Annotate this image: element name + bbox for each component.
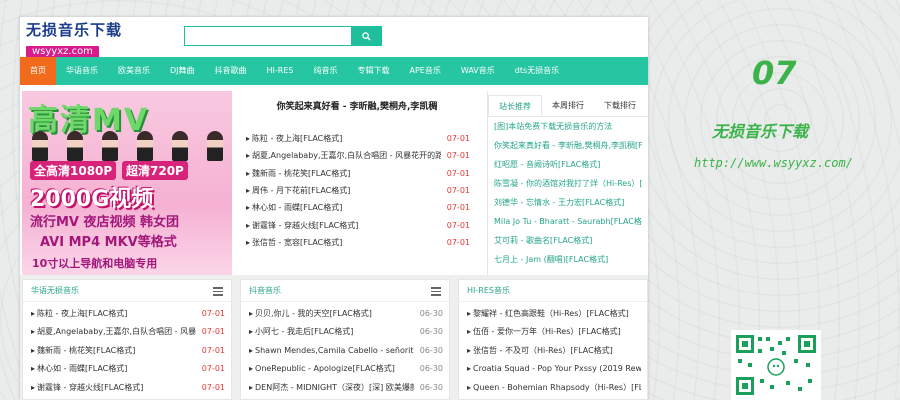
list-item[interactable]: 艾可莉 - 歌曲名[FLAC格式] (488, 231, 648, 250)
list-item[interactable]: ▸ DEN阿杰 - MIDNIGHT（深夜）[深] 欧美爆款 06-30 (241, 378, 449, 397)
side-number: 07 (752, 54, 797, 92)
featured-section: 你笑起来真好看 - 李昕融,樊桐舟,李凯稠 ▸ 陈粒 - 夜上海[FLAC格式] 0… (238, 91, 476, 283)
list-item[interactable]: 七月上 - Jam (翻唱)[FLAC格式] (488, 250, 648, 269)
list-item[interactable]: ▸ 小阿七 - 我走后[FLAC格式] 06-30 (241, 323, 449, 342)
nav-item-chinese[interactable]: 华语音乐 (56, 57, 108, 85)
list-item[interactable]: ▸ 林心如 - 雨蝶[FLAC格式] 07-01 (238, 199, 476, 216)
list-item[interactable]: ▸胡夏,Angelababy,王嘉尔,白队合唱团 - 风暴花开的路口[FLA07… (238, 147, 476, 164)
list-item[interactable]: ▸ 魏新雨 - 桃花笑[FLAC格式] 07-01 (238, 165, 476, 182)
list-item[interactable]: ▸ 谢霆锋 - 穿越火线[FLAC格式] 07-01 (23, 378, 231, 397)
nav-item-hires[interactable]: HI-RES (257, 57, 304, 85)
list-item[interactable]: ▸Shawn Mendes,Camila Cabello - señorita[… (241, 341, 449, 360)
list-item[interactable]: ▸ OneRepublic - Apologize[FLAC格式] 06-30 (241, 360, 449, 379)
list-item[interactable]: 红昭愿 - 音阙诗听[FLAC格式] (488, 155, 648, 174)
side-title: 无损音乐下载 (712, 122, 809, 141)
nav-item-douyin[interactable]: 抖音歌曲 (205, 57, 257, 85)
list-item[interactable]: ▸ 林心如 - 雨蝶[FLAC格式] 07-01 (23, 360, 231, 379)
list-item[interactable]: ▸ 魏新雨 - 桃花笑[FLAC格式] 07-01 (23, 341, 231, 360)
list-item[interactable]: ▸ 胡夏,Angelababy,王嘉尔,白队合唱团 - 风暴花开 07-01 (23, 323, 231, 342)
main-nav: 首页 华语音乐 欧美音乐 DJ舞曲 抖音歌曲 HI-RES 纯音乐 专辑下载 A… (20, 57, 648, 85)
ranking-tabs: 站长推荐 本周排行 下载排行 (488, 95, 648, 117)
nav-item-western[interactable]: 欧美音乐 (108, 57, 160, 85)
list-item[interactable]: ▸ 贝贝,你儿 - 我的天空[FLAC格式] 06-30 (241, 304, 449, 323)
qr-code-icon (736, 335, 816, 395)
website: 无损音乐下载 wsyyxz.com 首页 华语音乐 欧美音乐 DJ舞曲 抖音歌曲… (20, 17, 648, 400)
promo-banner[interactable]: 高清MV 全高清1080P 超清720P 2000G视频 流行MV 夜店视频 韩… (22, 91, 232, 281)
douyin-music-box: 抖音音乐 ▸ 贝贝,你儿 - 我的天空[FLAC格式] 06-30 ▸ 小阿七 - 我… (240, 279, 450, 400)
nav-item-pure[interactable]: 纯音乐 (303, 57, 347, 85)
hires-music-box: HI-RES音乐 ▸ 黎耀祥 - 红色高跟鞋（Hi-Res）[FLAC格式] ▸ 伍… (458, 279, 648, 400)
list-item[interactable]: ▸ 黎耀祥 - 红色高跟鞋（Hi-Res）[FLAC格式] (459, 304, 647, 323)
chinese-music-box: 华语无损音乐 ▸ 陈粒 - 夜上海[FLAC格式] 07-01 ▸ 胡夏,Angela… (22, 279, 232, 400)
list-item[interactable]: Mila Jo Tu - Bharatt - Saurabh[FLAC格式] (488, 212, 648, 231)
banner-badge-720p: 超清720P (122, 161, 188, 180)
banner-size: 2000G视频 (30, 187, 154, 212)
list-item[interactable]: ▸ 陈粒 - 夜上海[FLAC格式] 07-01 (23, 304, 231, 323)
list-item[interactable]: ▸ 张信哲 - 宽容[FLAC格式] 07-01 (238, 234, 476, 251)
search-icon (361, 31, 371, 41)
banner-people-image (22, 131, 232, 161)
box-title[interactable]: 抖音音乐 (241, 280, 449, 302)
box-title[interactable]: 华语无损音乐 (23, 280, 231, 302)
qr-code (731, 330, 821, 400)
search-bar (184, 26, 382, 46)
box-title[interactable]: HI-RES音乐 (459, 280, 647, 302)
tab-downloads[interactable]: 下载排行 (594, 95, 646, 116)
featured-list: ▸ 陈粒 - 夜上海[FLAC格式] 07-01 ▸ 胡夏,Angelababy,王嘉… (238, 130, 476, 251)
banner-genres: 流行MV 夜店视频 韩女团 (30, 215, 180, 230)
banner-note: 10寸以上导航和电脑专用 (32, 257, 158, 270)
list-item[interactable]: 你笑起来真好看 - 李昕融,樊桐舟,李凯稠[FLAC (488, 136, 648, 155)
site-logo[interactable]: 无损音乐下载 wsyyxz.com (26, 21, 136, 58)
nav-item-ape[interactable]: APE音乐 (399, 57, 450, 85)
list-item[interactable]: ▸ Croatia Squad - Pop Your Pxssy (2019 Re… (459, 360, 647, 379)
nav-item-dj[interactable]: DJ舞曲 (160, 57, 205, 85)
tab-recommend[interactable]: 站长推荐 (488, 95, 542, 116)
recommend-list: [图]本站免费下载无损音乐的方法 你笑起来真好看 - 李昕融,樊桐舟,李凯稠[F… (488, 117, 648, 269)
ranking-panel: 站长推荐 本周排行 下载排行 [图]本站免费下载无损音乐的方法 你笑起来真好看 … (487, 91, 648, 283)
nav-item-dts[interactable]: dts无损音乐 (505, 57, 569, 85)
menu-icon[interactable] (431, 287, 441, 298)
logo-title: 无损音乐下载 (26, 21, 123, 39)
list-item[interactable]: ▸ Queen - Bohemian Rhapsody（Hi-Res）[FLAC (459, 378, 647, 397)
search-input[interactable] (185, 27, 351, 45)
list-item[interactable]: ▸ 周伟 - 月下花前[FLAC格式] 07-01 (238, 182, 476, 199)
list-item[interactable]: [图]本站免费下载无损音乐的方法 (488, 117, 648, 136)
list-item[interactable]: 刘德华 - 忘情水 - 王力宏[FLAC格式] (488, 193, 648, 212)
menu-icon[interactable] (213, 287, 223, 298)
nav-item-home[interactable]: 首页 (20, 57, 56, 85)
search-button[interactable] (351, 27, 381, 45)
site-header: 无损音乐下载 wsyyxz.com (20, 17, 648, 58)
featured-title[interactable]: 你笑起来真好看 - 李昕融,樊桐舟,李凯稠 (238, 99, 476, 112)
list-item[interactable]: ▸ 张信哲 - 不及可（Hi-Res）[FLAC格式] (459, 341, 647, 360)
list-item[interactable]: 陈雪凝 - 你的酒馆对我打了烊（Hi-Res）[FLAC (488, 174, 648, 193)
nav-item-wav[interactable]: WAV音乐 (451, 57, 505, 85)
banner-formats: AVI MP4 MKV等格式 (40, 235, 177, 250)
list-item[interactable]: ▸ 陈粒 - 夜上海[FLAC格式] 07-01 (238, 130, 476, 147)
list-item[interactable]: ▸ 谢霆锋 - 穿越火线[FLAC格式] 07-01 (238, 216, 476, 233)
nav-item-album[interactable]: 专辑下载 (347, 57, 399, 85)
list-item[interactable]: ▸ 伍佰 - 爱你一万年（Hi-Res）[FLAC格式] (459, 323, 647, 342)
tab-weekly[interactable]: 本周排行 (542, 95, 594, 116)
side-url[interactable]: http://www.wsyyxz.com/ (694, 156, 853, 170)
banner-badge-1080p: 全高清1080P (30, 161, 117, 180)
